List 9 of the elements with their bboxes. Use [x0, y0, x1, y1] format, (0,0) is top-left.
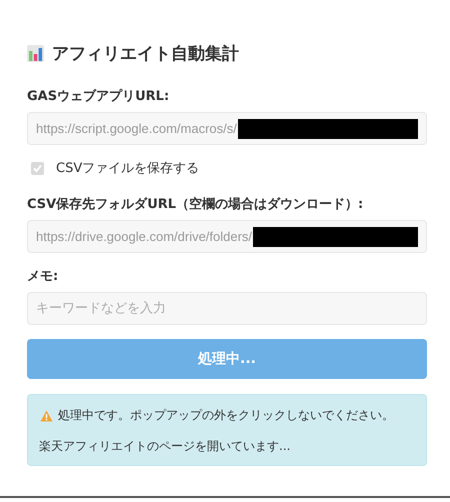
- field-label: CSV保存先フォルダURL（空欄の場合はダウンロード）:: [27, 196, 364, 213]
- alert-message: 処理中です。ポップアップの外をクリックしないでください。: [58, 407, 394, 424]
- field-label: GASウェブアプリURL:: [27, 88, 170, 105]
- field-label: メモ:: [27, 268, 60, 285]
- bar-chart-icon: [27, 45, 44, 62]
- app-title: アフィリエイト自動集計: [52, 43, 239, 65]
- checkbox-label: CSVファイルを保存する: [56, 160, 200, 177]
- alert-message: 楽天アフィリエイトのページを開いています...: [39, 438, 290, 455]
- warning-icon: [40, 410, 53, 422]
